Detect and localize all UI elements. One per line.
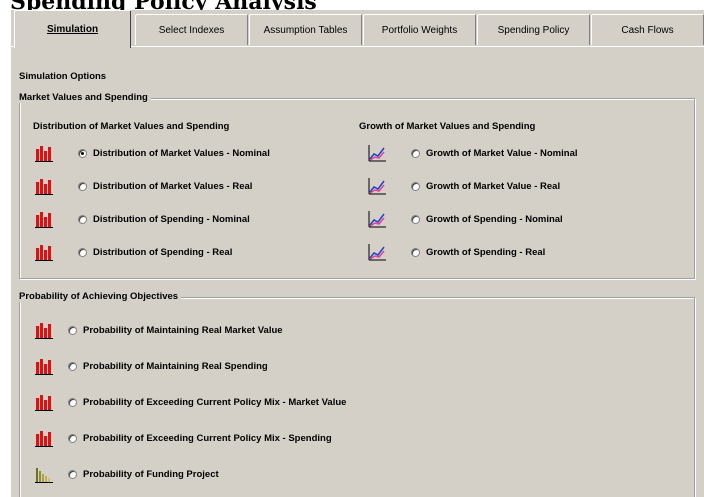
bar-chart-icon — [34, 392, 54, 412]
radio-button[interactable] — [68, 469, 77, 479]
bar-chart-icon — [34, 209, 54, 229]
probability-group: Probability of Achieving Objectives Prob… — [16, 291, 695, 497]
option-row[interactable]: Probability of Funding Project — [34, 463, 219, 485]
bar-chart-icon — [34, 176, 54, 196]
tab-spending-policy[interactable]: Spending Policy — [477, 14, 590, 45]
tab-label: Assumption Tables — [263, 24, 348, 36]
bar-chart-icon — [34, 356, 54, 376]
option-label: Growth of Spending - Nominal — [426, 213, 563, 225]
tab-cash-flows[interactable]: Cash Flows — [591, 14, 704, 45]
histogram-icon — [34, 464, 54, 484]
tab-label: Spending Policy — [497, 24, 570, 36]
option-row[interactable]: Growth of Market Value - Real — [367, 175, 560, 197]
radio-button[interactable] — [78, 247, 87, 257]
radio-button[interactable] — [78, 214, 87, 224]
option-row[interactable]: Growth of Spending - Real — [367, 241, 545, 263]
option-label: Distribution of Spending - Nominal — [93, 213, 250, 225]
radio-button[interactable] — [411, 148, 420, 158]
radio-button[interactable] — [411, 247, 420, 257]
tab-strip: Simulation Select Indexes Assumption Tab… — [11, 10, 704, 48]
radio-button[interactable] — [411, 181, 420, 191]
growth-heading: Growth of Market Values and Spending — [359, 121, 536, 132]
radio-button[interactable] — [78, 181, 87, 191]
option-row[interactable]: Distribution of Spending - Real — [34, 241, 232, 263]
tab-label: Select Indexes — [158, 24, 225, 36]
option-label: Probability of Funding Project — [83, 468, 219, 480]
bar-chart-icon — [34, 143, 54, 163]
option-label: Probability of Exceeding Current Policy … — [83, 432, 332, 444]
line-chart-icon — [367, 209, 387, 229]
distribution-heading: Distribution of Market Values and Spendi… — [33, 121, 230, 132]
market-values-group: Market Values and Spending Distribution … — [16, 92, 695, 279]
option-row[interactable]: Growth of Spending - Nominal — [367, 208, 563, 230]
option-label: Distribution of Spending - Real — [93, 246, 233, 258]
line-chart-icon — [367, 143, 387, 163]
option-row[interactable]: Growth of Market Value - Nominal — [367, 142, 578, 164]
option-row[interactable]: Probability of Exceeding Current Policy … — [34, 427, 332, 449]
bar-chart-icon — [34, 320, 54, 340]
bar-chart-icon — [34, 428, 54, 448]
simulation-options-label: Simulation Options — [19, 71, 107, 82]
radio-button[interactable] — [68, 433, 77, 443]
option-label: Probability of Maintaining Real Market V… — [83, 324, 283, 336]
option-label: Probability of Exceeding Current Policy … — [83, 396, 347, 408]
simulation-panel: Simulation Options Market Values and Spe… — [11, 46, 704, 497]
tab-portfolio-weights[interactable]: Portfolio Weights — [363, 14, 476, 45]
radio-button[interactable] — [78, 148, 87, 158]
tab-simulation[interactable]: Simulation — [14, 10, 131, 48]
option-label: Distribution of Market Values - Nominal — [93, 147, 270, 159]
option-row[interactable]: Probability of Maintaining Real Market V… — [34, 319, 283, 341]
option-row[interactable]: Distribution of Spending - Nominal — [34, 208, 250, 230]
option-row[interactable]: Probability of Maintaining Real Spending — [34, 355, 268, 377]
option-label: Growth of Market Value - Nominal — [426, 147, 578, 159]
option-label: Growth of Market Value - Real — [426, 180, 561, 192]
tab-label: Simulation — [46, 24, 99, 35]
tab-select-indexes[interactable]: Select Indexes — [135, 14, 248, 45]
option-row[interactable]: Distribution of Market Values - Real — [34, 175, 252, 197]
radio-button[interactable] — [68, 397, 77, 407]
radio-button[interactable] — [68, 325, 77, 335]
line-chart-icon — [367, 176, 387, 196]
line-chart-icon — [367, 242, 387, 262]
bar-chart-icon — [34, 242, 54, 262]
option-label: Growth of Spending - Real — [426, 246, 546, 258]
tab-label: Cash Flows — [621, 24, 674, 36]
radio-button[interactable] — [68, 361, 77, 371]
option-row[interactable]: Probability of Exceeding Current Policy … — [34, 391, 346, 413]
radio-button[interactable] — [411, 214, 420, 224]
group-title: Market Values and Spending — [16, 92, 151, 103]
dialog-window: Simulation Select Indexes Assumption Tab… — [10, 10, 704, 497]
tab-label: Portfolio Weights — [381, 24, 458, 36]
option-label: Distribution of Market Values - Real — [93, 180, 253, 192]
option-label: Probability of Maintaining Real Spending — [83, 360, 268, 372]
group-title: Probability of Achieving Objectives — [16, 291, 182, 302]
option-row[interactable]: Distribution of Market Values - Nominal — [34, 142, 270, 164]
tab-assumption-tables[interactable]: Assumption Tables — [249, 14, 362, 45]
